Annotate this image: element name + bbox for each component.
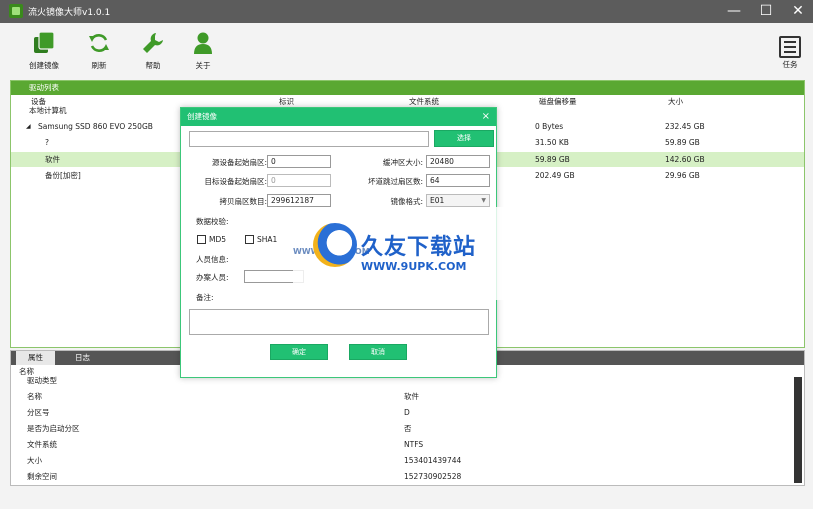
size-cell: 59.89 GB bbox=[665, 138, 700, 147]
title-bar: 流火镜像大师v1.0.1 — ☐ ✕ bbox=[0, 0, 813, 23]
property-row: 剩余空间 152730902528 bbox=[11, 469, 791, 485]
close-button[interactable]: ✕ bbox=[782, 0, 813, 23]
property-key: 名称 bbox=[27, 392, 42, 401]
window-title: 流火镜像大师v1.0.1 bbox=[28, 8, 111, 18]
property-row: 是否为启动分区 否 bbox=[11, 421, 791, 437]
refresh-icon bbox=[89, 34, 109, 52]
browse-button[interactable]: 选择 bbox=[434, 130, 494, 147]
property-key: 驱动类型 bbox=[27, 376, 57, 385]
copy-count-input[interactable]: 299612187 bbox=[267, 194, 331, 207]
image-format-label: 镜像格式: bbox=[390, 197, 423, 206]
ok-button[interactable]: 确定 bbox=[270, 344, 328, 360]
drive-list-header: 驱动列表 bbox=[11, 81, 804, 95]
property-row: 名称 软件 bbox=[11, 389, 791, 405]
user-icon bbox=[194, 32, 212, 54]
sha1-label: SHA1 bbox=[257, 235, 278, 244]
md5-checkbox[interactable] bbox=[197, 235, 206, 244]
device-name: 本地计算机 bbox=[29, 106, 67, 115]
chevron-down-icon: ▼ bbox=[481, 197, 486, 204]
offset-cell: 0 Bytes bbox=[535, 122, 564, 131]
refresh-label: 刷新 bbox=[91, 61, 107, 70]
property-value: NTFS bbox=[404, 440, 424, 449]
property-value: 152730902528 bbox=[404, 472, 462, 481]
property-key: 分区号 bbox=[27, 408, 50, 417]
device-name: 软件 bbox=[45, 155, 60, 164]
expand-icon[interactable]: ◢ bbox=[26, 119, 31, 134]
watermark-title: 久友下载站 bbox=[361, 235, 477, 260]
skip-sectors-label: 坏道跳过扇区数: bbox=[367, 177, 423, 186]
menu-icon bbox=[779, 36, 801, 58]
toolbar: 创建镜像 刷新 帮助 关于 任务 bbox=[0, 23, 813, 79]
copy-count-label: 拷贝扇区数目: bbox=[219, 197, 267, 206]
watermark: WWW.9UPK.COM 久友下载站 WWW.9UPK.COM bbox=[293, 207, 519, 300]
cancel-button[interactable]: 取消 bbox=[349, 344, 407, 360]
property-value: D bbox=[404, 408, 410, 417]
app-logo-icon bbox=[9, 4, 23, 18]
handler-label: 办案人员: bbox=[196, 273, 229, 282]
skip-sectors-input[interactable]: 64 bbox=[426, 174, 490, 187]
create-image-label: 创建镜像 bbox=[29, 61, 59, 70]
refresh-button[interactable]: 刷新 bbox=[84, 31, 114, 71]
md5-label: MD5 bbox=[209, 235, 227, 244]
tab-log[interactable]: 日志 bbox=[63, 351, 102, 365]
buffer-size-input[interactable]: 20480 bbox=[426, 155, 490, 168]
verify-label: 数据校验: bbox=[196, 217, 229, 226]
dst-start-input[interactable]: 0 bbox=[267, 174, 331, 187]
src-start-input[interactable]: 0 bbox=[267, 155, 331, 168]
minimize-button[interactable]: — bbox=[718, 0, 750, 23]
dialog-title-bar: 创建镜像 × bbox=[181, 108, 496, 126]
image-format-value: E01 bbox=[430, 196, 445, 205]
sha1-checkbox[interactable] bbox=[245, 235, 254, 244]
offset-cell: 202.49 GB bbox=[535, 171, 575, 180]
watermark-url: WWW.9UPK.COM bbox=[361, 260, 467, 273]
help-button[interactable]: 帮助 bbox=[138, 31, 168, 71]
property-key: 是否为启动分区 bbox=[27, 424, 80, 433]
task-label: 任务 bbox=[782, 60, 798, 69]
dialog-title: 创建镜像 bbox=[187, 112, 217, 121]
dst-start-label: 目标设备起始扇区: bbox=[204, 177, 267, 186]
maximize-button[interactable]: ☐ bbox=[750, 0, 782, 23]
property-row: 文件系统 NTFS bbox=[11, 437, 791, 453]
about-label: 关于 bbox=[195, 61, 211, 70]
property-key: 大小 bbox=[27, 456, 42, 465]
property-row: 大小 153401439744 bbox=[11, 453, 791, 469]
create-image-button[interactable]: 创建镜像 bbox=[24, 31, 64, 71]
size-cell: 232.45 GB bbox=[665, 122, 705, 131]
notes-label: 备注: bbox=[196, 293, 214, 302]
task-button[interactable]: 任务 bbox=[778, 36, 802, 70]
help-label: 帮助 bbox=[145, 61, 161, 70]
tab-properties[interactable]: 属性 bbox=[16, 351, 55, 365]
properties-scrollbar[interactable] bbox=[794, 377, 802, 483]
wrench-icon bbox=[143, 33, 163, 53]
dialog-close-button[interactable]: × bbox=[482, 108, 490, 126]
size-cell: 29.96 GB bbox=[665, 171, 700, 180]
image-path-input[interactable] bbox=[189, 131, 429, 147]
image-format-select[interactable]: E01 ▼ bbox=[426, 194, 490, 207]
property-key: 文件系统 bbox=[27, 440, 57, 449]
device-name: Samsung SSD 860 EVO 250GB bbox=[38, 122, 153, 131]
property-value: 软件 bbox=[404, 392, 419, 401]
offset-cell: 31.50 KB bbox=[535, 138, 569, 147]
about-button[interactable]: 关于 bbox=[188, 31, 218, 71]
offset-cell: 59.89 GB bbox=[535, 155, 570, 164]
buffer-size-label: 缓冲区大小: bbox=[382, 158, 423, 167]
device-name: ? bbox=[45, 138, 49, 147]
watermark-logo-icon bbox=[313, 223, 357, 267]
property-value: 否 bbox=[404, 424, 412, 433]
create-image-icon bbox=[34, 31, 55, 53]
property-row: 分区号 D bbox=[11, 405, 791, 421]
src-start-label: 源设备起始扇区: bbox=[211, 158, 267, 167]
personnel-label: 人员信息: bbox=[196, 255, 229, 264]
device-name: 备份[加密] bbox=[45, 171, 81, 180]
property-key: 剩余空间 bbox=[27, 472, 57, 481]
property-value: 153401439744 bbox=[404, 456, 462, 465]
size-cell: 142.60 GB bbox=[665, 155, 705, 164]
notes-textarea[interactable] bbox=[189, 309, 489, 335]
